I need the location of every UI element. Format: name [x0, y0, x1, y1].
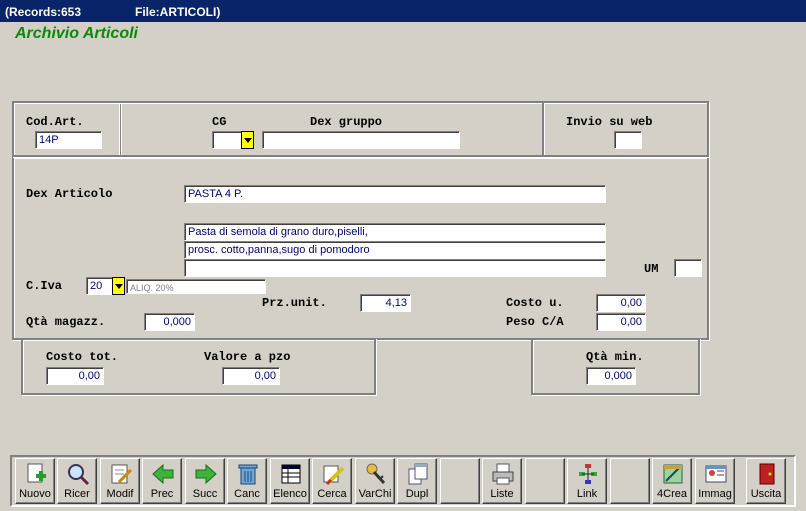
empty-button-1[interactable] — [440, 458, 480, 504]
dupl-label: Dupl — [405, 488, 429, 500]
um-field[interactable] — [674, 259, 702, 277]
costo-u-label: Costo u. — [506, 296, 564, 310]
prz-unit-field[interactable]: 4,13 — [360, 294, 411, 312]
link-button[interactable]: Link — [567, 458, 607, 504]
description-line-3[interactable] — [184, 259, 606, 277]
keys-icon — [366, 463, 386, 485]
uscita-label: Uscita — [750, 488, 782, 500]
civa-code-field[interactable]: 20 — [86, 277, 113, 295]
image-card-icon — [705, 465, 727, 483]
costo-u-field[interactable]: 0,00 — [596, 294, 646, 312]
civa-dropdown-button[interactable] — [112, 277, 125, 295]
qta-magazz-label: Qtà magazz. — [26, 315, 106, 329]
nuovo-label: Nuovo — [19, 488, 51, 500]
network-icon — [579, 464, 597, 484]
dupl-button[interactable]: Dupl — [397, 458, 437, 504]
nuovo-button[interactable]: Nuovo — [15, 458, 55, 504]
cod-art-field[interactable]: 14P — [35, 131, 102, 149]
immag-label: Immag — [698, 488, 732, 500]
modif-label: Modif — [106, 488, 134, 500]
elenco-button[interactable]: Elenco — [270, 458, 310, 504]
ricer-label: Ricer — [64, 488, 90, 500]
civa-description: ALIQ. 20% — [126, 279, 266, 294]
varchi-button[interactable]: VarChi — [355, 458, 395, 504]
elenco-label: Elenco — [273, 488, 307, 500]
modif-button[interactable]: Modif — [100, 458, 140, 504]
duplicate-icon — [408, 463, 428, 485]
cerca-button[interactable]: Cerca — [312, 458, 352, 504]
printer-icon — [492, 463, 514, 485]
invio-web-label: Invio su web — [566, 115, 653, 129]
dex-articolo-field[interactable]: PASTA 4 P. — [184, 185, 606, 203]
civa-label: C.Iva — [26, 279, 63, 293]
uscita-button[interactable]: Uscita — [746, 458, 786, 504]
invio-web-field[interactable] — [614, 131, 642, 149]
new-document-icon — [27, 463, 46, 483]
dex-gruppo-label: Dex gruppo — [310, 115, 383, 129]
file-name: File:ARTICOLI) — [135, 5, 221, 19]
cg-label: CG — [212, 115, 227, 129]
costo-tot-label: Costo tot. — [46, 350, 119, 364]
canc-label: Canc — [234, 488, 260, 500]
description-line-2[interactable]: prosc. cotto,panna,sugo di pomodoro — [184, 241, 606, 259]
varchi-label: VarChi — [358, 488, 392, 500]
succ-label: Succ — [192, 488, 218, 500]
succ-button[interactable]: Succ — [185, 458, 225, 504]
empty-button-2[interactable] — [525, 458, 565, 504]
qta-min-label: Qtà min. — [586, 350, 644, 364]
edit-document-icon — [111, 464, 133, 484]
canc-button[interactable]: Canc — [227, 458, 267, 504]
cg-field[interactable] — [212, 131, 242, 149]
dex-gruppo-field[interactable] — [262, 131, 460, 149]
title-bar: (Records:653 File:ARTICOLI) — [0, 0, 806, 22]
valore-pzo-field[interactable]: 0,00 — [222, 367, 280, 385]
4crea-label: 4Crea — [657, 488, 687, 500]
qta-min-field[interactable]: 0,000 — [586, 367, 636, 385]
liste-button[interactable]: Liste — [482, 458, 522, 504]
prz-unit-label: Prz.unit. — [262, 296, 327, 310]
cerca-label: Cerca — [317, 488, 347, 500]
description-line-1[interactable]: Pasta di semola di grano duro,piselli, — [184, 223, 606, 241]
peso-ca-label: Peso C/A — [506, 315, 564, 329]
liste-label: Liste — [490, 488, 514, 500]
cg-dropdown-button[interactable] — [241, 131, 254, 149]
prec-label: Prec — [150, 488, 174, 500]
peso-ca-field[interactable]: 0,00 — [596, 313, 646, 331]
immag-button[interactable]: Immag — [695, 458, 735, 504]
table-list-icon — [281, 464, 301, 484]
exit-door-icon — [759, 463, 775, 485]
trash-icon — [238, 464, 258, 485]
prec-button[interactable]: Prec — [142, 458, 182, 504]
create-icon — [663, 464, 683, 484]
empty-button-3[interactable] — [610, 458, 650, 504]
costo-tot-field[interactable]: 0,00 — [46, 367, 104, 385]
cod-art-label: Cod.Art. — [26, 115, 84, 129]
arrow-left-icon — [152, 463, 174, 485]
dex-articolo-label: Dex Articolo — [26, 187, 113, 201]
valore-pzo-label: Valore a pzo — [204, 350, 291, 364]
search-brush-icon — [323, 465, 345, 486]
ricer-button[interactable]: Ricer — [57, 458, 97, 504]
records-count: (Records:653 — [5, 5, 82, 19]
link-label: Link — [576, 488, 598, 500]
um-label: UM — [644, 262, 659, 276]
arrow-right-icon — [195, 463, 217, 485]
4crea-button[interactable]: 4Crea — [652, 458, 692, 504]
page-title: Archivio Articoli — [15, 25, 138, 42]
magnifier-icon — [68, 464, 90, 486]
qta-magazz-field[interactable]: 0,000 — [144, 313, 195, 331]
